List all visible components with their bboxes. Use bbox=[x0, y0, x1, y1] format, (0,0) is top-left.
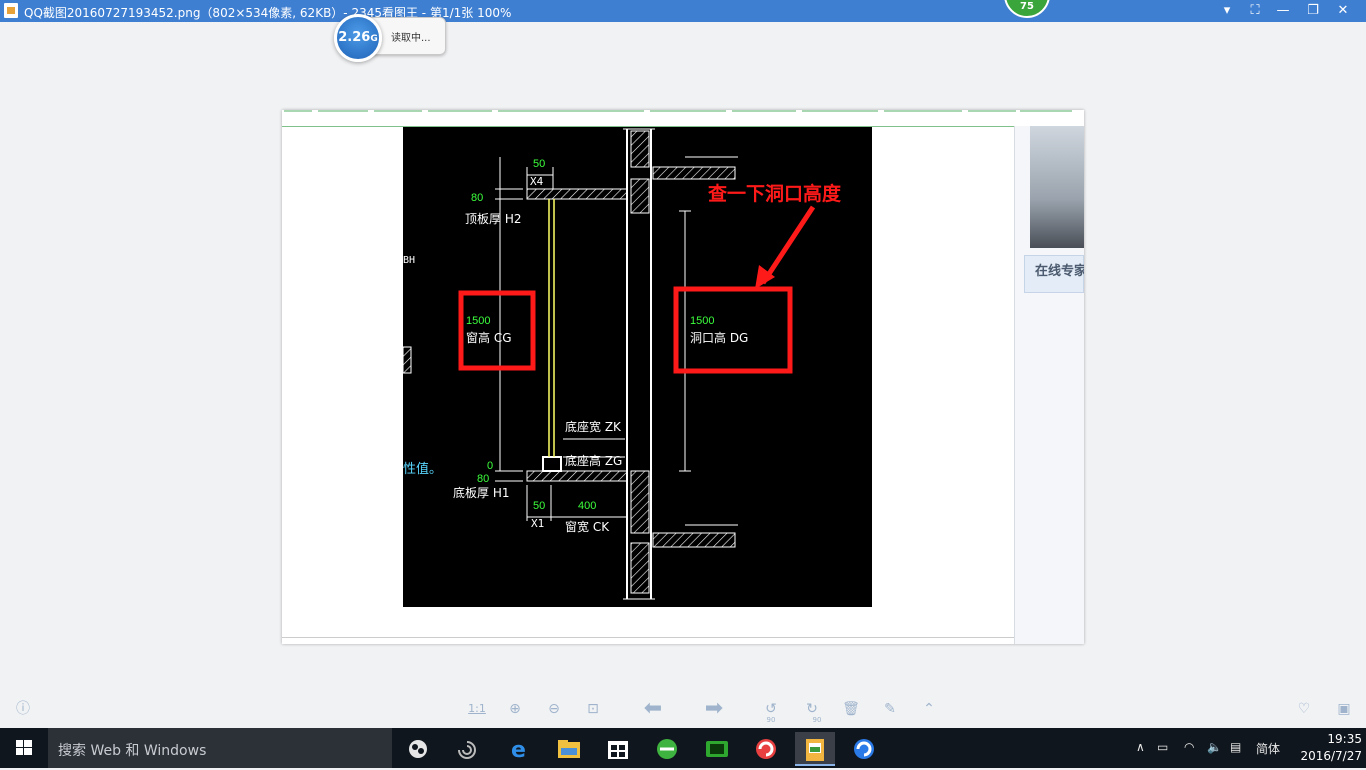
minimize-button[interactable]: — bbox=[1270, 2, 1296, 20]
browser-360-icon[interactable] bbox=[647, 732, 687, 766]
close-button[interactable]: ✕ bbox=[1330, 2, 1356, 20]
edit-icon[interactable]: ✎ bbox=[879, 699, 901, 719]
expert-photo bbox=[1030, 126, 1084, 248]
file-explorer-icon[interactable] bbox=[549, 732, 589, 766]
cad-roof-thickness: 顶板厚 H2 bbox=[465, 212, 521, 226]
online-expert-label: 在线专家 bbox=[1035, 264, 1084, 279]
more-up-icon[interactable]: ⌃ bbox=[918, 699, 940, 719]
annotation-text: 查一下洞口高度 bbox=[707, 182, 842, 205]
windows-taskbar: 搜索 Web 和 Windows e ∧ ▭ ◠ 🔈 ▤ 简体 19:35 20… bbox=[0, 728, 1366, 768]
speed-unit: G bbox=[370, 34, 378, 44]
dropdown-icon[interactable]: ▾ bbox=[1214, 2, 1240, 20]
cad-opening-height: 洞口高 DG bbox=[690, 330, 748, 345]
cad-dim-400: 400 bbox=[578, 500, 596, 512]
cad-x4: X4 bbox=[530, 175, 544, 188]
speed-status: 读取中... bbox=[391, 33, 431, 44]
speed-value: 2.26 bbox=[338, 30, 371, 45]
taskbar-search[interactable]: 搜索 Web 和 Windows bbox=[48, 728, 392, 768]
info-icon[interactable]: ⓘ bbox=[12, 699, 34, 719]
online-expert-box: 在线专家 bbox=[1024, 255, 1084, 293]
video-player-icon[interactable] bbox=[697, 732, 737, 766]
wifi-icon[interactable]: ◠ bbox=[1184, 740, 1194, 754]
clock-time: 19:35 bbox=[1327, 732, 1362, 746]
cad-bh: BH bbox=[403, 255, 415, 266]
volume-icon[interactable]: 🔈 bbox=[1207, 740, 1222, 754]
next-arrow-icon[interactable]: ➡ bbox=[697, 698, 731, 720]
cad-opening-value: 1500 bbox=[690, 315, 714, 327]
notification-icon[interactable]: ▤ bbox=[1230, 740, 1241, 754]
cad-window-value: 1500 bbox=[466, 315, 490, 327]
fullscreen-button[interactable]: ⛶ bbox=[1242, 2, 1268, 20]
displayed-image: 在线专家 50 X4 80 顶板厚 H2 BH 1500 窗高 CG 1500 … bbox=[282, 110, 1084, 644]
cad-dim-80-bottom: 80 bbox=[477, 473, 489, 485]
actual-size-button[interactable]: 1:1 bbox=[466, 699, 488, 719]
favorite-heart-icon[interactable]: ♡ bbox=[1293, 699, 1315, 719]
image-viewer-task-icon[interactable] bbox=[795, 732, 835, 766]
app-icon bbox=[4, 3, 18, 18]
swirl-app-icon[interactable] bbox=[447, 732, 487, 766]
store-icon[interactable] bbox=[598, 732, 638, 766]
rotate-left-degrees: 90 bbox=[766, 716, 776, 724]
fit-screen-icon[interactable]: ⊡ bbox=[582, 699, 604, 719]
cad-x1: X1 bbox=[531, 517, 544, 530]
cad-drawing: 50 X4 80 顶板厚 H2 BH 1500 窗高 CG 1500 洞口高 D… bbox=[403, 127, 872, 607]
zoom-out-icon[interactable]: ⊖ bbox=[543, 699, 565, 719]
zoom-in-icon[interactable]: ⊕ bbox=[504, 699, 526, 719]
cad-window-width: 窗宽 CK bbox=[565, 519, 610, 534]
delete-icon[interactable]: 🗑 bbox=[840, 699, 862, 719]
taskbar-search-placeholder: 搜索 Web 和 Windows bbox=[58, 743, 207, 759]
rotate-right-degrees: 90 bbox=[812, 716, 822, 724]
app-swirl-blue-icon[interactable] bbox=[844, 732, 884, 766]
app-swirl-red-icon[interactable] bbox=[746, 732, 786, 766]
cad-property-value: 性值。 bbox=[403, 461, 442, 477]
edge-browser-icon[interactable]: e bbox=[500, 732, 540, 766]
image-top-strip bbox=[282, 110, 1084, 127]
gallery-icon[interactable]: ▣ bbox=[1333, 699, 1355, 719]
tray-expand-icon[interactable]: ∧ bbox=[1136, 740, 1145, 754]
cad-floor-thickness: 底板厚 H1 bbox=[453, 485, 509, 500]
task-view-icon[interactable] bbox=[398, 732, 438, 766]
viewer-toolbar: ⓘ 1:1 ⊕ ⊖ ⊡ ⬅ ➡ ↺ 90 ↻ 90 🗑 ✎ ⌃ ♡ ▣ bbox=[0, 688, 1366, 728]
svg-text:e: e bbox=[511, 738, 526, 763]
cad-dim-50: 50 bbox=[533, 500, 545, 512]
speed-ball[interactable]: 2.26G bbox=[334, 14, 382, 62]
battery-icon[interactable]: ▭ bbox=[1157, 740, 1168, 754]
cad-dim-80-top: 80 bbox=[471, 192, 483, 204]
ime-indicator[interactable]: 简体 bbox=[1256, 740, 1280, 757]
cad-dim-zero: 0 bbox=[487, 460, 493, 472]
speed-widget[interactable]: 读取中... 2.26G bbox=[334, 14, 446, 62]
clock-date: 2016/7/27 bbox=[1300, 749, 1362, 763]
windows-start-icon[interactable] bbox=[0, 728, 48, 768]
title-bar: QQ截图20160727193452.png（802×534像素, 62KB）-… bbox=[0, 0, 1366, 22]
taskbar-clock[interactable]: 19:35 2016/7/27 bbox=[1290, 731, 1362, 765]
cad-base-width: 底座宽 ZK bbox=[565, 419, 622, 434]
previous-arrow-icon[interactable]: ⬅ bbox=[636, 698, 670, 720]
cad-dim-top: 50 bbox=[533, 158, 545, 170]
cad-window-height: 窗高 CG bbox=[466, 330, 512, 345]
restore-button[interactable]: ❐ bbox=[1300, 2, 1326, 20]
cad-base-height: 底座高 ZG bbox=[565, 453, 622, 468]
image-divider bbox=[282, 637, 1014, 638]
